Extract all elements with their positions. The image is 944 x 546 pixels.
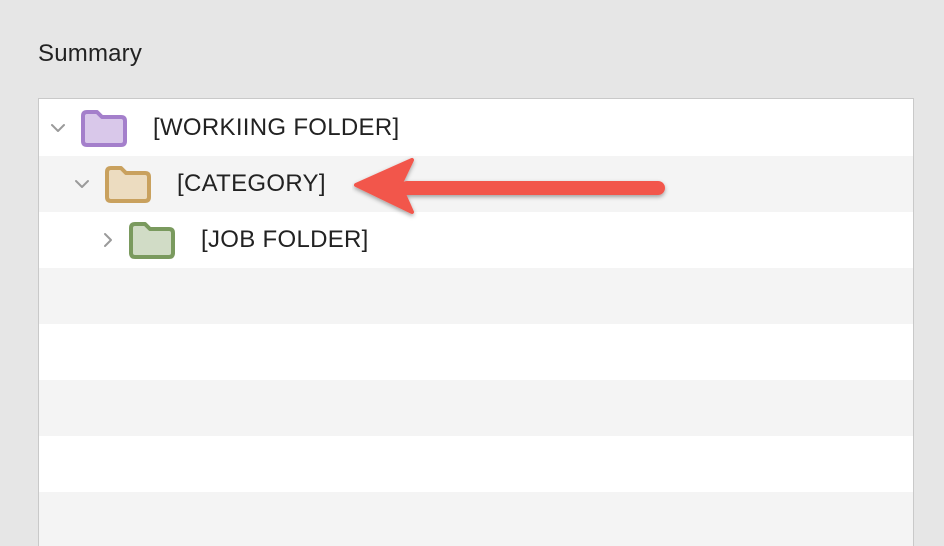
folder-icon [103, 164, 153, 204]
folder-icon [79, 108, 129, 148]
summary-panel: Summary [WORKIING FOLDER] [CATEGORY] [JO… [0, 0, 944, 546]
summary-title: Summary [38, 40, 143, 67]
tree-row-working-folder[interactable]: [WORKIING FOLDER] [39, 99, 913, 156]
tree-item-label: [WORKIING FOLDER] [153, 113, 400, 141]
empty-row [39, 268, 913, 324]
chevron-right-icon[interactable] [99, 231, 117, 249]
tree-item-label: [CATEGORY] [177, 170, 326, 197]
empty-row [39, 324, 913, 380]
tree-item-label: [JOB FOLDER] [201, 226, 369, 253]
chevron-down-icon[interactable] [73, 175, 91, 193]
empty-row [39, 492, 913, 546]
empty-row [39, 380, 913, 436]
chevron-down-icon[interactable] [49, 119, 67, 137]
tree-row-category[interactable]: [CATEGORY] [39, 156, 913, 212]
folder-tree: [WORKIING FOLDER] [CATEGORY] [JOB FOLDER… [38, 98, 914, 546]
empty-row [39, 436, 913, 492]
folder-icon [127, 220, 177, 260]
tree-row-job-folder[interactable]: [JOB FOLDER] [39, 212, 913, 268]
